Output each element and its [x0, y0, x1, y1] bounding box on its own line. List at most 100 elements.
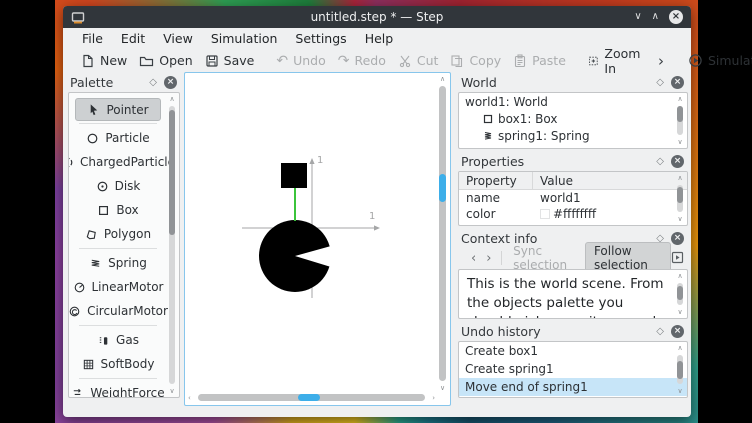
- palette-item-particle[interactable]: Particle: [71, 126, 165, 150]
- open-external-icon[interactable]: [671, 249, 684, 268]
- cut-button[interactable]: Cut: [392, 51, 445, 70]
- save-icon: [205, 54, 219, 68]
- context-close-icon[interactable]: ×: [671, 232, 684, 245]
- world-canvas[interactable]: 1 1 ∧ ∨ ‹ ›: [184, 72, 451, 406]
- palette-item-gas[interactable]: Gas: [71, 328, 165, 352]
- copy-button[interactable]: Copy: [444, 51, 507, 70]
- scroll-up-icon[interactable]: ∧: [674, 271, 686, 281]
- undo-item-move-end-of-spring1[interactable]: Move end of spring1: [459, 378, 687, 396]
- canvas-horizontal-scrollbar[interactable]: ‹ ›: [188, 392, 435, 403]
- box1-shape[interactable]: [281, 163, 307, 188]
- canvas-hscroll-handle[interactable]: [298, 394, 320, 401]
- palette-item-spring[interactable]: Spring: [71, 251, 165, 275]
- paste-button[interactable]: Paste: [507, 51, 572, 70]
- toolbar-overflow-chevron-icon[interactable]: ›: [650, 52, 672, 70]
- palette-scrollbar-handle[interactable]: [169, 110, 175, 235]
- scroll-up-icon[interactable]: ∧: [674, 94, 686, 104]
- open-button[interactable]: Open: [133, 51, 198, 70]
- close-icon[interactable]: ×: [669, 10, 683, 24]
- undo-scrollbar-handle[interactable]: [677, 361, 683, 379]
- properties-scrollbar-handle[interactable]: [677, 187, 683, 203]
- world-scrollbar-handle[interactable]: [677, 106, 683, 122]
- palette-item-label: Spring: [108, 256, 147, 270]
- scroll-down-icon[interactable]: ∨: [674, 386, 686, 396]
- properties-float-icon[interactable]: ◇: [656, 156, 671, 167]
- undo-icon: ↶: [276, 54, 288, 68]
- column-value[interactable]: Value: [533, 174, 573, 188]
- undo-button[interactable]: ↶ Undo: [270, 51, 331, 70]
- palette-item-weightforce[interactable]: WeightForce: [71, 381, 165, 398]
- tree-item-world1[interactable]: world1: World: [459, 93, 687, 110]
- menu-file[interactable]: File: [73, 31, 112, 46]
- menu-edit[interactable]: Edit: [112, 31, 154, 46]
- undo-item-label: Create box1: [465, 344, 538, 358]
- palette-close-icon[interactable]: ×: [164, 76, 177, 89]
- palette-item-disk[interactable]: Disk: [71, 174, 165, 198]
- palette-float-icon[interactable]: ◇: [149, 77, 164, 88]
- new-button[interactable]: New: [75, 51, 133, 70]
- scroll-up-icon[interactable]: ∧: [674, 173, 686, 183]
- scroll-up-icon[interactable]: ∧: [440, 75, 445, 83]
- palette-item-polygon[interactable]: Polygon: [71, 222, 165, 246]
- world-close-icon[interactable]: ×: [671, 76, 684, 89]
- maximize-icon[interactable]: ∧: [652, 12, 659, 22]
- palette-item-chargedparticle[interactable]: ChargedParticle: [71, 150, 165, 174]
- scroll-down-icon[interactable]: ∨: [674, 307, 686, 317]
- palette-item-circularmotor[interactable]: CircularMotor: [71, 299, 165, 323]
- palette-item-label: WeightForce: [90, 386, 164, 398]
- undo-title: Undo history: [461, 324, 541, 339]
- undo-scrollbar-track[interactable]: [677, 355, 683, 384]
- properties-scrollbar[interactable]: ∧ ∨: [674, 172, 686, 225]
- redo-button[interactable]: ↷ Redo: [332, 51, 392, 70]
- back-icon[interactable]: ‹: [466, 252, 481, 265]
- simulate-button[interactable]: Simulate ∨: [682, 51, 752, 70]
- forward-icon[interactable]: ›: [481, 252, 496, 265]
- scroll-down-icon[interactable]: ∨: [674, 214, 686, 224]
- menu-help[interactable]: Help: [356, 31, 403, 46]
- tree-item-box1[interactable]: box1: Box: [459, 110, 687, 127]
- save-button[interactable]: Save: [199, 51, 261, 70]
- scroll-left-icon[interactable]: ‹: [188, 394, 191, 402]
- scroll-down-icon[interactable]: ∨: [166, 386, 178, 396]
- scroll-up-icon[interactable]: ∧: [166, 94, 178, 104]
- tree-item-spring1[interactable]: spring1: Spring: [459, 127, 687, 144]
- properties-scrollbar-track[interactable]: [677, 185, 683, 212]
- canvas-hscroll-track[interactable]: [198, 394, 425, 401]
- canvas-vscroll-handle[interactable]: [439, 174, 446, 202]
- property-row-name[interactable]: name world1: [459, 190, 687, 206]
- palette-item-linearmotor[interactable]: LinearMotor: [71, 275, 165, 299]
- palette-scrollbar[interactable]: ∧ ∨: [166, 93, 178, 397]
- context-scrollbar-handle[interactable]: [677, 286, 683, 300]
- properties-close-icon[interactable]: ×: [671, 155, 684, 168]
- column-property[interactable]: Property: [459, 172, 533, 189]
- undo-close-icon[interactable]: ×: [671, 325, 684, 338]
- palette-item-softbody[interactable]: SoftBody: [71, 352, 165, 376]
- scroll-right-icon[interactable]: ›: [432, 394, 435, 402]
- world-scrollbar-track[interactable]: [677, 106, 683, 135]
- undo-scrollbar[interactable]: ∧ ∨: [674, 342, 686, 397]
- minimize-icon[interactable]: ∨: [634, 12, 641, 22]
- sync-selection-button[interactable]: Sync selection: [507, 244, 581, 272]
- undo-item-create-spring1[interactable]: Create spring1: [459, 360, 687, 378]
- box-icon: [97, 204, 110, 217]
- palette-scrollbar-track[interactable]: [169, 106, 175, 384]
- undo-float-icon[interactable]: ◇: [656, 326, 671, 337]
- scroll-down-icon[interactable]: ∨: [440, 384, 445, 392]
- undo-item-create-box1[interactable]: Create box1: [459, 342, 687, 360]
- palette-item-pointer[interactable]: Pointer: [75, 98, 161, 121]
- canvas-vertical-scrollbar[interactable]: ∧ ∨: [437, 75, 448, 392]
- world-scrollbar[interactable]: ∧ ∨: [674, 93, 686, 148]
- context-scrollbar-track[interactable]: [677, 283, 683, 305]
- menu-simulation[interactable]: Simulation: [202, 31, 287, 46]
- palette-item-box[interactable]: Box: [71, 198, 165, 222]
- property-row-color[interactable]: color #ffffffff: [459, 206, 687, 222]
- menu-settings[interactable]: Settings: [286, 31, 355, 46]
- scroll-down-icon[interactable]: ∨: [674, 137, 686, 147]
- undo-body: Create box1 Create spring1 Move end of s…: [458, 341, 688, 398]
- menu-view[interactable]: View: [154, 31, 202, 46]
- titlebar[interactable]: untitled.step * — Step ∨ ∧ ×: [63, 6, 691, 28]
- context-scrollbar[interactable]: ∧ ∨: [674, 270, 686, 318]
- scroll-up-icon[interactable]: ∧: [674, 343, 686, 353]
- canvas-vscroll-track[interactable]: [439, 86, 446, 381]
- world-float-icon[interactable]: ◇: [656, 77, 671, 88]
